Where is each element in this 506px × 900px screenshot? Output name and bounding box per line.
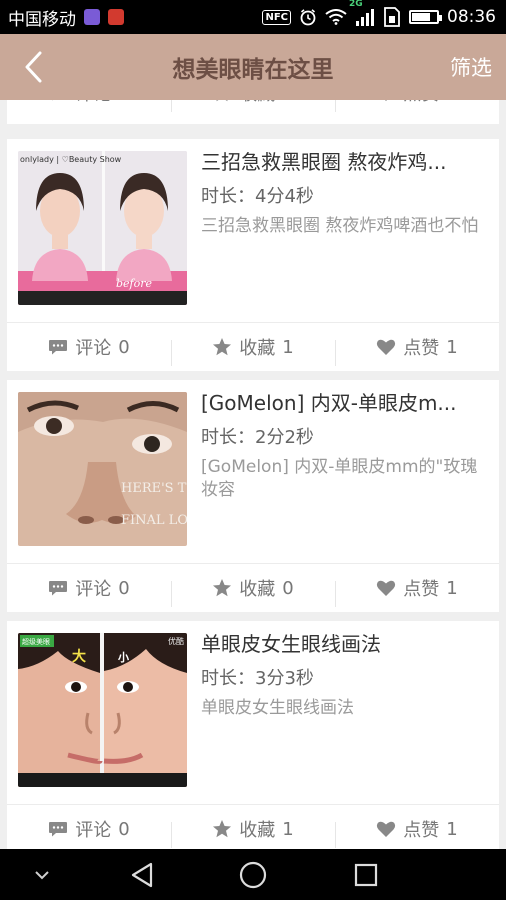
thumbnail-brand-text: onlylady | ♡Beauty Show [20, 155, 122, 164]
like-label: 点赞 [403, 100, 439, 106]
favorite-button[interactable]: 收藏 1 [171, 816, 335, 848]
favorite-count: 0 [282, 100, 293, 104]
thumbnail-label-small: 小 [117, 650, 129, 664]
like-label: 点赞 [403, 338, 440, 359]
list-item[interactable]: 超级美眼 大 小 优酷 单眼皮女生眼线画法 时长：3分3秒 单眼皮女生眼线画法 … [7, 621, 499, 849]
thumbnail-overlay-text-2: FINAL LOOK [121, 513, 187, 528]
video-duration: 时长：3分3秒 [201, 668, 314, 689]
comment-button[interactable]: 评论 0 [7, 575, 171, 601]
comment-count: 0 [118, 818, 130, 840]
signal-icon: 2G [349, 0, 375, 26]
clock: 08:36 [447, 7, 496, 27]
nav-home-button[interactable] [231, 849, 275, 900]
favorite-button[interactable]: 收藏 0 [171, 100, 335, 112]
video-title[interactable]: 三招急救黑眼圈 熬夜炸鸡... [201, 147, 483, 177]
favorite-button[interactable]: 收藏 1 [171, 334, 335, 366]
status-bar: 中国移动 NFC 2G 08:36 [0, 0, 506, 34]
video-thumbnail[interactable]: onlylady | ♡Beauty Show before [18, 151, 187, 305]
comment-icon [49, 581, 68, 596]
video-description: 单眼皮女生眼线画法 [201, 698, 354, 718]
comment-button[interactable]: 评论 0 [7, 100, 171, 106]
video-list[interactable]: 评论 0 收藏 0 点赞 0 [0, 100, 506, 849]
comment-label: 评论 [75, 820, 112, 841]
huawei-notification-icon [108, 9, 124, 25]
nav-back-button[interactable] [120, 849, 164, 900]
star-icon [213, 579, 232, 597]
heart-icon [377, 821, 396, 837]
star-icon [213, 338, 232, 356]
list-item[interactable]: HERE'S THE FINAL LOOK [GoMelon] 内双-单眼皮m.… [7, 380, 499, 612]
star-icon [213, 820, 232, 838]
favorite-label: 收藏 [239, 100, 275, 106]
chevron-down-icon [35, 870, 49, 879]
like-button[interactable]: 点赞 1 [335, 334, 499, 366]
comment-count: 0 [118, 100, 129, 104]
video-duration: 时长：4分4秒 [201, 186, 314, 207]
video-thumbnail[interactable]: 超级美眼 大 小 优酷 [18, 633, 187, 787]
video-duration: 时长：2分2秒 [201, 427, 314, 448]
square-recents-icon [354, 863, 378, 886]
wifi-icon [325, 9, 347, 25]
heart-icon [385, 100, 388, 101]
page-title: 想美眼睛在这里 [172, 57, 334, 83]
star-icon [216, 100, 228, 102]
network-type-badge: 2G [349, 0, 363, 9]
chevron-left-icon [25, 51, 42, 83]
comment-icon [49, 822, 68, 837]
comment-button[interactable]: 评论 0 [7, 816, 171, 842]
video-description: [GoMelon] 内双-单眼皮mm的"玫瑰妆容 [201, 457, 478, 500]
like-button[interactable]: 点赞 1 [335, 575, 499, 607]
like-button[interactable]: 点赞 1 [335, 816, 499, 848]
list-item-partial[interactable]: 评论 0 收藏 0 点赞 0 [7, 100, 499, 124]
heart-icon [377, 339, 396, 355]
favorite-count: 1 [282, 336, 294, 358]
video-description: 三招急救黑眼圈 熬夜炸鸡啤酒也不怕 [201, 216, 479, 236]
battery-icon [409, 10, 442, 24]
favorite-label: 收藏 [239, 820, 276, 841]
thumbnail-caption: before [116, 277, 153, 290]
video-title[interactable]: [GoMelon] 内双-单眼皮m... [201, 388, 483, 418]
comment-label: 评论 [75, 579, 112, 600]
thumbnail-watermark: 优酷 [168, 636, 184, 646]
hide-nav-button[interactable] [22, 849, 62, 900]
like-count: 1 [446, 818, 458, 840]
list-item[interactable]: onlylady | ♡Beauty Show before 三招急救黑眼圈 熬… [7, 139, 499, 371]
app-notification-icon [84, 9, 100, 25]
favorite-count: 1 [282, 818, 294, 840]
filter-button[interactable]: 筛选 [450, 52, 492, 82]
nav-recents-button[interactable] [344, 849, 388, 900]
like-label: 点赞 [403, 579, 440, 600]
comment-icon [49, 340, 68, 355]
header-bar: 想美眼睛在这里 筛选 [0, 34, 506, 100]
favorite-button[interactable]: 收藏 0 [171, 575, 335, 607]
like-label: 点赞 [403, 820, 440, 841]
like-count: 0 [446, 100, 457, 104]
comment-count: 0 [118, 577, 130, 599]
nfc-icon: NFC [262, 9, 291, 25]
thumbnail-badge: 超级美眼 [22, 637, 50, 646]
like-count: 1 [446, 577, 458, 599]
sim-icon [384, 7, 400, 27]
thumbnail-overlay-text: HERE'S THE [121, 481, 187, 496]
favorite-count: 0 [282, 577, 294, 599]
comment-count: 0 [118, 336, 130, 358]
thumbnail-label-big: 大 [72, 648, 86, 665]
alarm-icon [300, 9, 316, 26]
like-count: 1 [446, 336, 458, 358]
like-button[interactable]: 点赞 0 [335, 100, 499, 112]
comment-label: 评论 [75, 100, 111, 106]
comment-button[interactable]: 评论 0 [7, 334, 171, 360]
comment-icon [52, 100, 53, 101]
carrier-label: 中国移动 [8, 9, 76, 30]
favorite-label: 收藏 [239, 338, 276, 359]
circle-home-icon [239, 861, 267, 888]
video-title[interactable]: 单眼皮女生眼线画法 [201, 629, 483, 659]
back-button[interactable] [18, 50, 48, 84]
heart-icon [377, 580, 396, 596]
system-nav-bar [0, 849, 506, 900]
favorite-label: 收藏 [239, 579, 276, 600]
comment-label: 评论 [75, 338, 112, 359]
triangle-back-icon [131, 862, 153, 887]
video-thumbnail[interactable]: HERE'S THE FINAL LOOK [18, 392, 187, 546]
